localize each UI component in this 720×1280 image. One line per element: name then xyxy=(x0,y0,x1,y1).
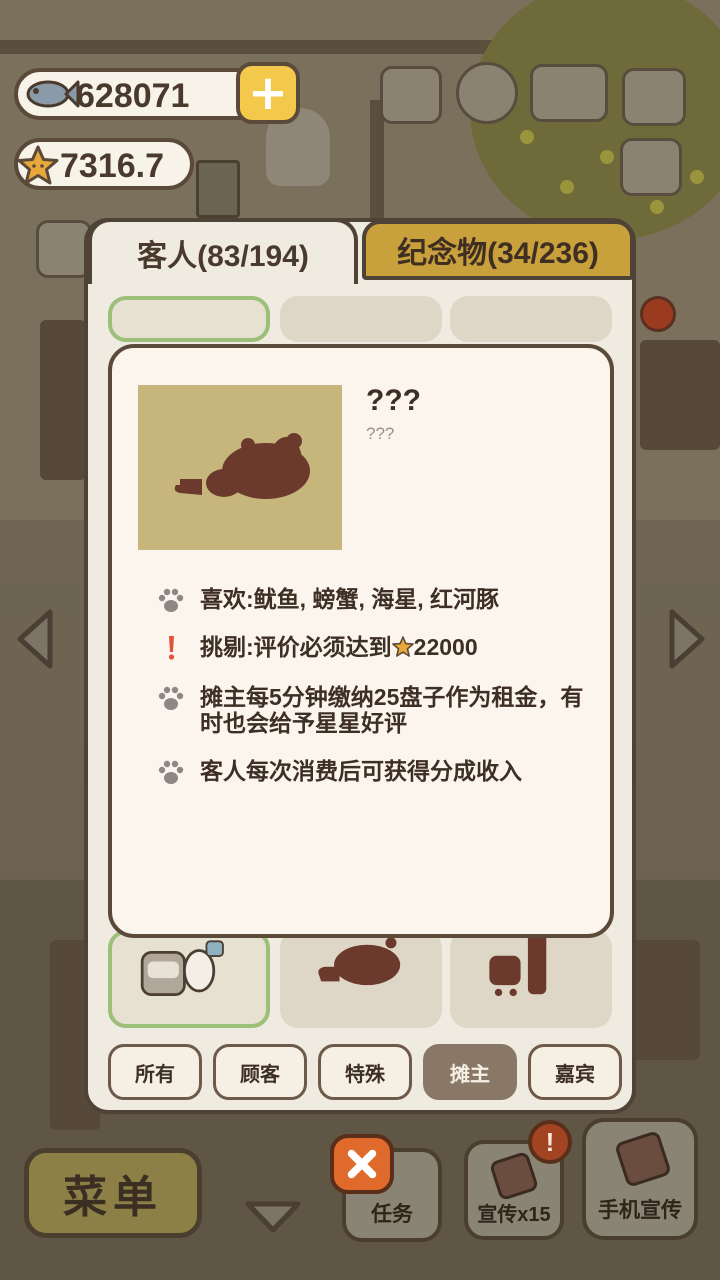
guest-card[interactable] xyxy=(450,296,612,342)
paw-icon xyxy=(158,588,184,612)
gear-icon[interactable] xyxy=(456,62,518,124)
leaderboard-icon[interactable] xyxy=(380,66,442,124)
trait-income: 客人每次消费后可获得分成收入 xyxy=(200,758,522,784)
lantern-decoration xyxy=(600,150,614,164)
close-icon xyxy=(347,1149,377,1179)
phone-icon xyxy=(614,1130,672,1188)
guest-card[interactable] xyxy=(280,296,442,342)
filter-all[interactable]: 所有 xyxy=(108,1044,202,1100)
guest-silhouette xyxy=(174,433,310,499)
star-icon xyxy=(391,636,414,657)
phone-promote-label: 手机宣传 xyxy=(598,1199,682,1222)
lantern-decoration xyxy=(690,170,704,184)
table-decoration xyxy=(640,340,720,450)
guest-silhouette xyxy=(318,937,401,986)
tasks-label: 任务 xyxy=(371,1203,413,1226)
filter-stall-owners[interactable]: 摊主 xyxy=(423,1044,517,1100)
filter-customers[interactable]: 顾客 xyxy=(213,1044,307,1100)
tab-souvenirs[interactable]: 纪念物(34/236) xyxy=(362,220,634,280)
fish-amount: 628071 xyxy=(76,77,190,115)
trait-picky-prefix: 挑剔:评价必须达到 xyxy=(200,634,392,660)
guest-card[interactable] xyxy=(450,930,612,1028)
tab-guests[interactable]: 客人(83/194) xyxy=(88,218,358,284)
guest-portrait xyxy=(138,385,342,550)
camera-icon[interactable] xyxy=(622,68,686,126)
paw-icon xyxy=(158,760,184,784)
guest-name: ??? xyxy=(366,384,421,417)
counter-decoration xyxy=(630,940,700,1060)
tablet-icon xyxy=(488,1150,540,1202)
fish-icon xyxy=(26,80,80,108)
guest-card[interactable] xyxy=(108,930,270,1028)
guest-subtitle: ??? xyxy=(366,424,395,443)
exclamation-icon xyxy=(168,636,175,660)
star-amount: 7316.7 xyxy=(60,147,164,185)
arrow-right-icon[interactable] xyxy=(664,606,710,672)
promote-label: 宣传x15 xyxy=(477,1204,551,1226)
add-currency-button[interactable]: + xyxy=(236,62,300,124)
menu-sign-decoration xyxy=(196,160,240,218)
close-button[interactable] xyxy=(330,1134,394,1194)
newspaper-icon[interactable] xyxy=(620,138,682,196)
guest-card[interactable] xyxy=(108,296,270,342)
alert-badge: ! xyxy=(528,1120,572,1164)
filter-guests[interactable]: 嘉宾 xyxy=(528,1044,622,1100)
trait-likes: 喜欢:鱿鱼, 螃蟹, 海星, 红河豚 xyxy=(200,586,499,612)
stall-owner-sprite xyxy=(140,940,224,996)
trait-picky: 挑剔:评价必须达到 22000 xyxy=(200,634,590,660)
lantern-decoration xyxy=(520,130,534,144)
chevron-down-icon[interactable] xyxy=(242,1198,304,1236)
trait-rent: 摊主每5分钟缴纳25盘子作为租金，有时也会给予星星好评 xyxy=(200,684,584,736)
alert-icon[interactable] xyxy=(640,296,676,332)
trait-picky-value: 22000 xyxy=(413,634,478,660)
guest-card[interactable] xyxy=(280,930,442,1028)
star-icon xyxy=(17,145,59,185)
shelf-decoration xyxy=(40,320,86,480)
guest-silhouette xyxy=(489,930,547,997)
lantern-decoration xyxy=(560,180,574,194)
plus-icon: + xyxy=(247,65,289,121)
paw-icon xyxy=(158,686,184,710)
star-rating-bar: 7316.7 xyxy=(14,138,194,190)
lantern-decoration xyxy=(650,200,664,214)
book-icon[interactable] xyxy=(530,64,608,122)
menu-button[interactable]: 菜单 xyxy=(24,1148,202,1238)
filter-special[interactable]: 特殊 xyxy=(318,1044,412,1100)
arrow-left-icon[interactable] xyxy=(12,606,58,672)
